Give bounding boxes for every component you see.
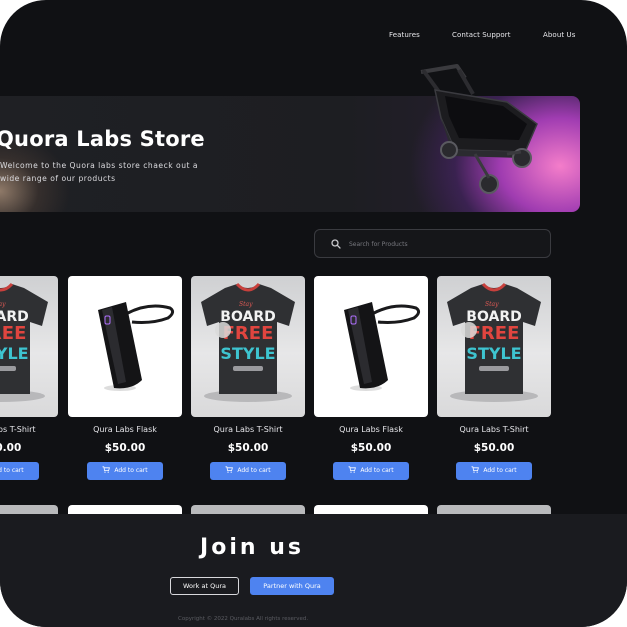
cart-icon <box>225 466 234 473</box>
copyright-text: Copyright © 2022 Quralabs All rights res… <box>178 616 309 622</box>
shirt-art-text: Stay <box>485 301 499 308</box>
join-us-heading: Join us <box>200 535 304 560</box>
shirt-art-text: FREE <box>469 323 520 344</box>
shirt-art-text: Stay <box>239 301 253 308</box>
search-icon <box>331 239 341 249</box>
add-to-cart-label: Add to cart <box>114 467 148 474</box>
product-name: Qura Labs Flask <box>93 425 157 434</box>
partner-with-qura-button[interactable]: Partner with Qura <box>250 577 334 595</box>
add-to-cart-label: Add to cart <box>483 467 517 474</box>
shirt-art-text: STYLE <box>466 344 521 363</box>
cart-icon <box>348 466 357 473</box>
shirt-art-text: Stay <box>0 301 6 308</box>
nav-contact-support-link[interactable]: Contact Support <box>452 31 511 39</box>
shirt-art-text: FREE <box>223 323 274 344</box>
t-shirt-icon: StayBOARDFREESTYLE <box>447 282 541 402</box>
product-name: Qura Labs T-Shirt <box>213 425 283 434</box>
store-page: Features Contact Support About Us Quora … <box>0 0 627 627</box>
work-at-qura-button[interactable]: Work at Qura <box>170 577 239 595</box>
product-image-shirt[interactable]: StayBOARDFREESTYLE <box>437 276 551 417</box>
product-name: Qura Labs T-Shirt <box>0 425 36 434</box>
cart-icon <box>471 466 480 473</box>
cart-icon <box>102 466 111 473</box>
add-to-cart-button[interactable]: Add to cart <box>456 462 532 480</box>
add-to-cart-label: Add to cart <box>0 467 24 474</box>
product-image-flask[interactable] <box>314 276 428 417</box>
product-name: Qura Labs T-Shirt <box>459 425 529 434</box>
shirt-art-text: STYLE <box>220 344 275 363</box>
add-to-cart-button[interactable]: Add to cart <box>210 462 286 480</box>
add-to-cart-label: Add to cart <box>360 467 394 474</box>
hero-subtitle: Welcome to the Quora labs store chaeck o… <box>0 161 199 183</box>
product-price: $50.00 <box>350 442 392 454</box>
flask-icon <box>344 302 421 391</box>
add-to-cart-button[interactable]: Add to cart <box>333 462 409 480</box>
shirt-art-text: STYLE <box>0 344 29 363</box>
add-to-cart-button[interactable]: Add to cart <box>87 462 163 480</box>
t-shirt-icon: StayBOARDFREESTYLE <box>201 282 295 402</box>
shirt-art-text: FREE <box>0 323 26 344</box>
product-price: $50.00 <box>473 442 515 454</box>
search-bar[interactable] <box>314 229 551 258</box>
nav-features-link[interactable]: Features <box>389 31 420 39</box>
add-to-cart-label: Add to cart <box>237 467 271 474</box>
add-to-cart-button[interactable]: Add to cart <box>0 462 39 480</box>
product-image-flask[interactable] <box>68 276 182 417</box>
shopping-cart-illustration <box>420 64 538 194</box>
hero-title: Quora Labs Store <box>0 127 205 151</box>
product-price: $50.00 <box>104 442 146 454</box>
search-input[interactable] <box>349 235 539 253</box>
product-price: $50.00 <box>227 442 269 454</box>
t-shirt-icon: StayBOARDFREESTYLE <box>0 282 48 402</box>
nav-about-us-link[interactable]: About Us <box>543 31 576 39</box>
footer <box>0 514 627 627</box>
product-image-shirt[interactable]: StayBOARDFREESTYLE <box>0 276 58 417</box>
flask-icon <box>98 302 175 391</box>
product-price: $50.00 <box>0 442 22 454</box>
product-name: Qura Labs Flask <box>339 425 403 434</box>
top-nav: Features Contact Support About Us <box>0 31 627 43</box>
product-image-shirt[interactable]: StayBOARDFREESTYLE <box>191 276 305 417</box>
